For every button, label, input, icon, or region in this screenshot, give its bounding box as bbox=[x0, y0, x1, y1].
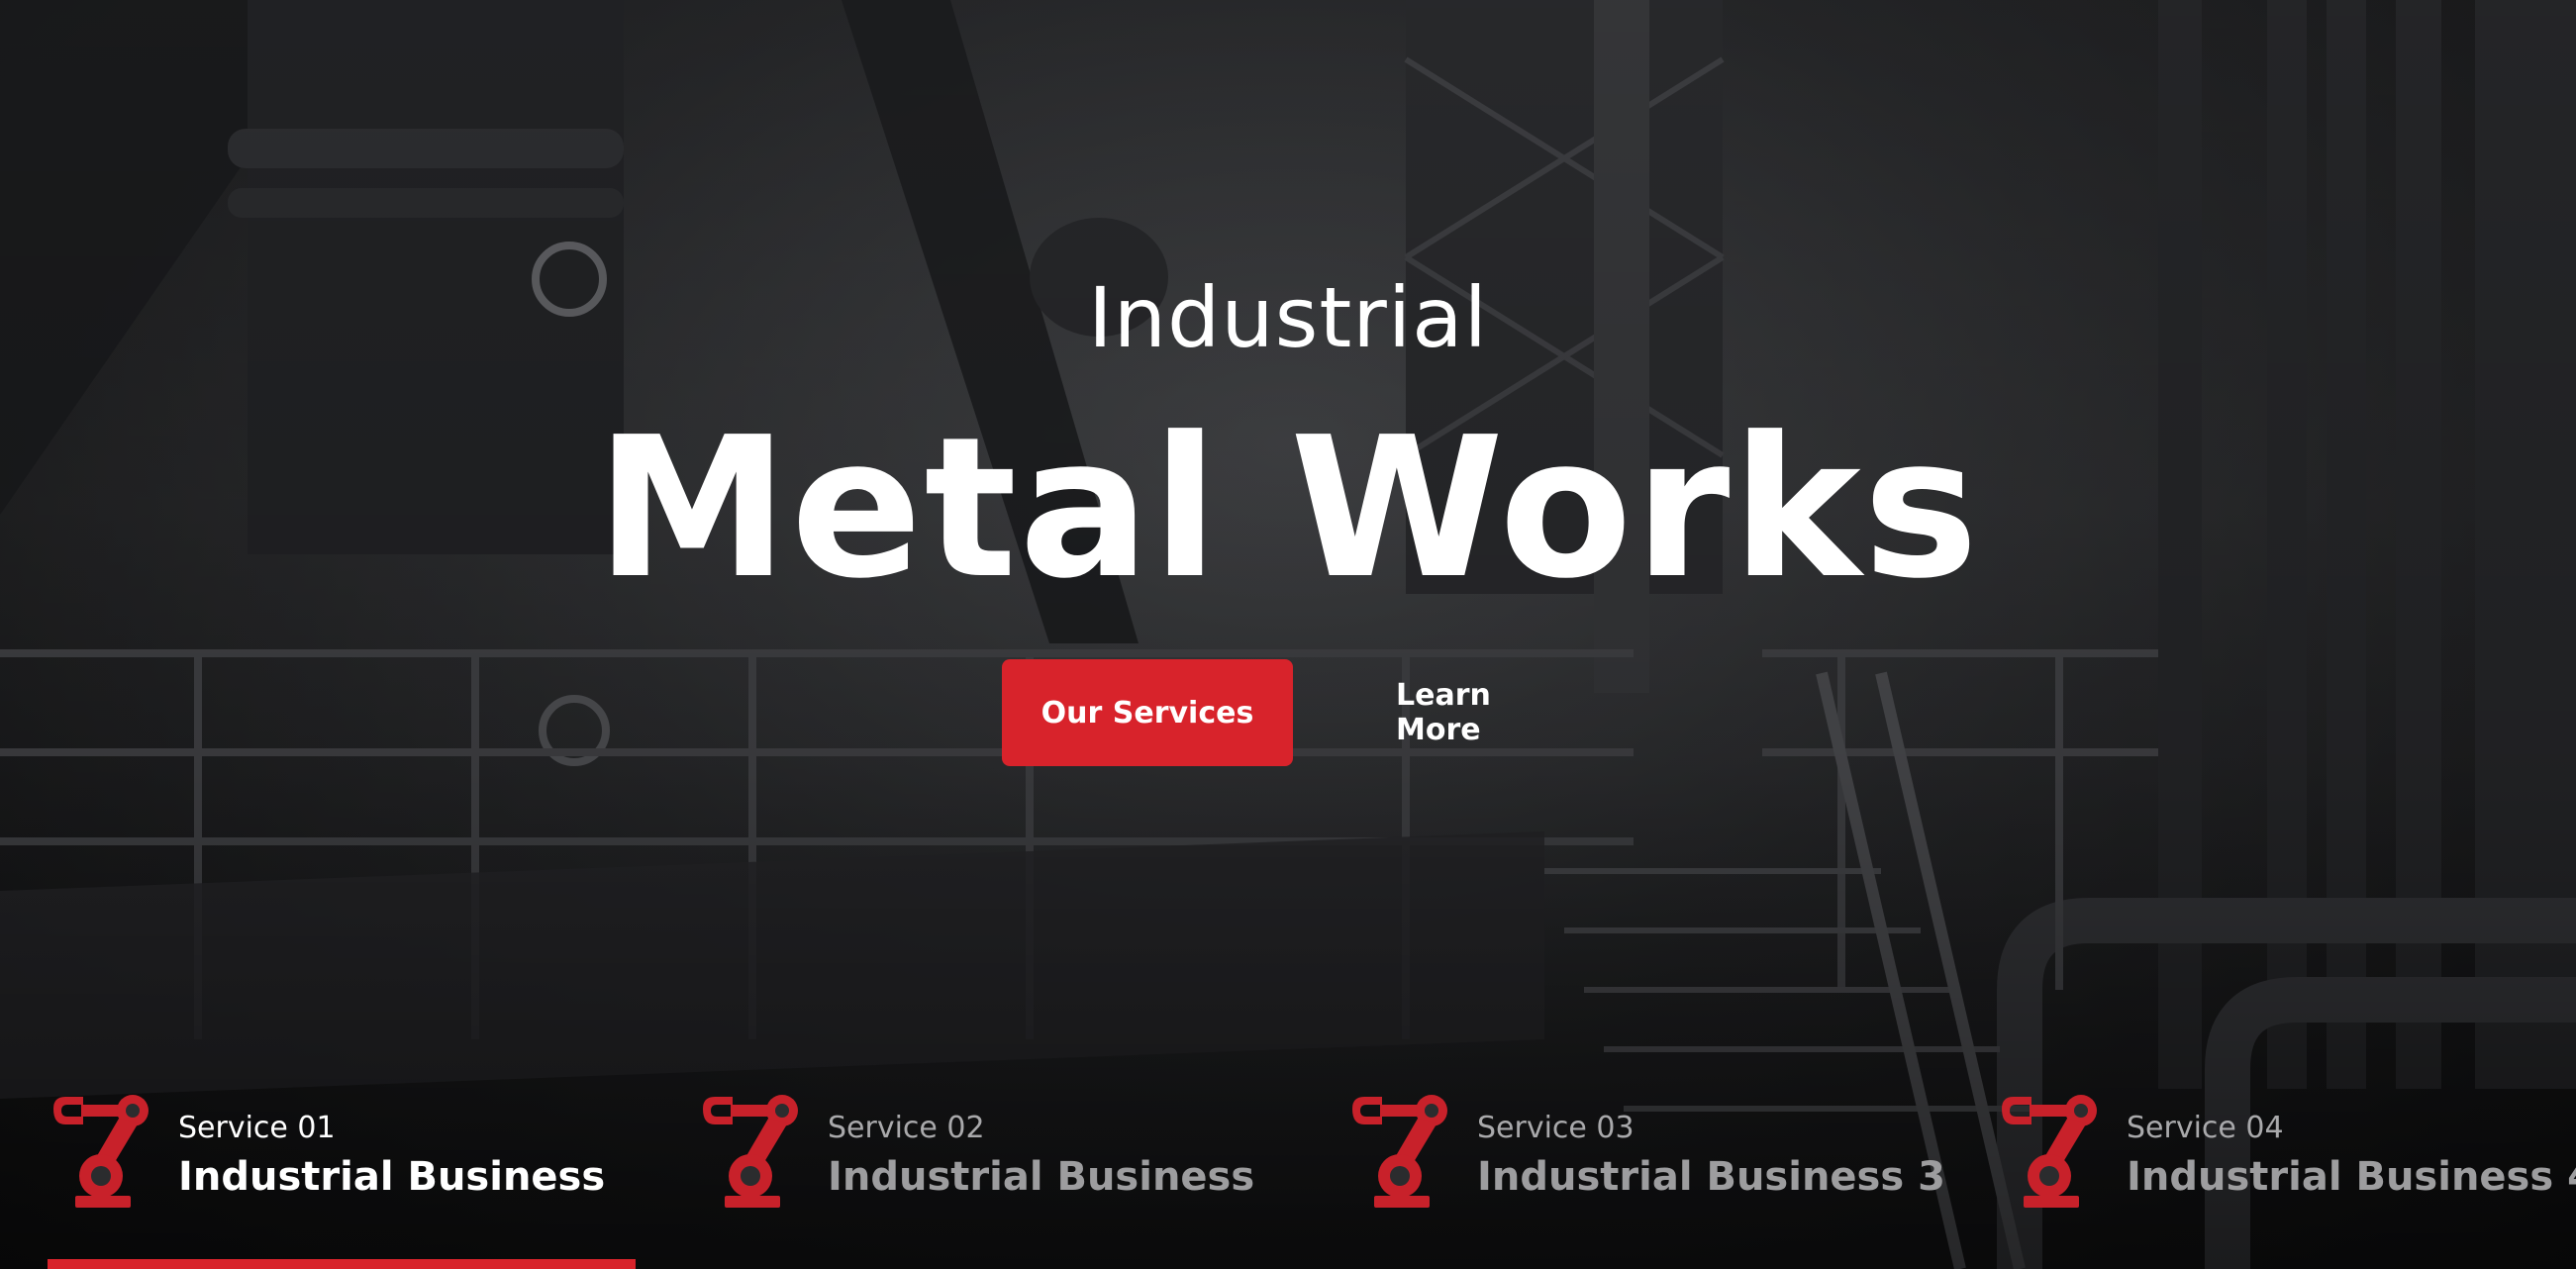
robot-arm-icon bbox=[703, 1095, 798, 1208]
hero-section: Industrial Metal Works Our Services Lear… bbox=[0, 0, 2576, 1269]
robot-arm-icon bbox=[2002, 1095, 2097, 1208]
service-tab-label: Service 03 bbox=[1477, 1111, 1635, 1145]
our-services-button[interactable]: Our Services bbox=[1002, 659, 1293, 766]
service-tab-label: Service 02 bbox=[828, 1111, 985, 1145]
hero-kicker: Industrial bbox=[1088, 269, 1488, 366]
robot-arm-icon bbox=[53, 1095, 149, 1208]
robot-arm-icon bbox=[1352, 1095, 1447, 1208]
hero-title: Metal Works bbox=[595, 396, 1981, 622]
active-tab-indicator bbox=[48, 1259, 636, 1269]
service-tab-name: Industrial Business 4 bbox=[2127, 1154, 2576, 1200]
learn-more-button[interactable]: Learn More bbox=[1396, 659, 1584, 766]
service-tab-label: Service 04 bbox=[2127, 1111, 2284, 1145]
service-tab-name: Industrial Business bbox=[178, 1154, 606, 1200]
service-tab-label: Service 01 bbox=[178, 1111, 336, 1145]
service-tab-name: Industrial Business bbox=[828, 1154, 1255, 1200]
service-tab-name: Industrial Business 3 bbox=[1477, 1154, 1945, 1200]
services-tabs: Service 01 Industrial Business Service 0… bbox=[0, 1079, 2576, 1269]
